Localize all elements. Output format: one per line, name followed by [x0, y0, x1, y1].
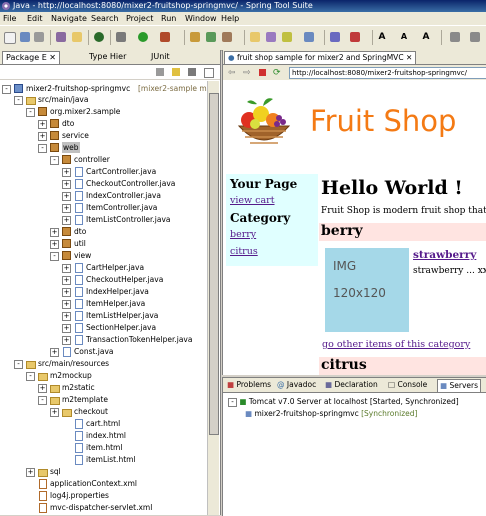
tab-junit[interactable]: JUnit — [148, 51, 173, 63]
app-icon — [2, 2, 10, 10]
menu-edit[interactable]: Edit — [27, 12, 43, 25]
left-tab-bar: Package E ✕ Type Hier JUnit — [0, 50, 220, 65]
other-items-link[interactable]: go other items of this category — [322, 339, 470, 350]
decrease-font-icon[interactable]: A — [399, 32, 409, 42]
fruit-basket-logo — [237, 98, 291, 144]
workspace-icon[interactable] — [56, 32, 66, 42]
shop-title: Fruit Shop — [310, 104, 457, 138]
module-icon: ■ — [245, 409, 253, 418]
nav-forward-icon[interactable] — [470, 32, 480, 42]
url-input[interactable]: http://localhost:8080/mixer2-fruitshop-s… — [289, 67, 486, 79]
prev-annotation-icon[interactable] — [350, 32, 360, 42]
window-title: Java - http://localhost:8080/mixer2-frui… — [13, 1, 313, 10]
globe-icon: ● — [228, 53, 235, 62]
increase-font-icon[interactable]: A — [377, 32, 387, 42]
hello-heading: Hello World ! — [321, 177, 463, 199]
tab-problems[interactable]: ■ Problems — [225, 379, 273, 391]
item-link-strawberry[interactable]: strawberry — [413, 249, 476, 261]
server-row[interactable]: - ■ Tomcat v7.0 Server at localhost [Sta… — [228, 396, 459, 407]
back-icon[interactable]: ⇦ — [228, 68, 236, 78]
minimize-icon[interactable] — [204, 68, 214, 78]
new-class-icon[interactable] — [190, 32, 200, 42]
tree-scrollbar[interactable] — [207, 81, 219, 515]
link-editor-icon[interactable] — [172, 68, 180, 76]
save-icon[interactable] — [20, 32, 30, 42]
menu-help[interactable]: Help — [221, 12, 239, 25]
category-link-berry[interactable]: berry — [230, 229, 256, 240]
category-heading: Category — [230, 211, 291, 225]
title-bar: Java - http://localhost:8080/mixer2-frui… — [0, 0, 486, 12]
tab-declaration[interactable]: ■ Declaration — [323, 379, 380, 391]
server-icon: ■ — [239, 397, 247, 406]
menu-run[interactable]: Run — [161, 12, 176, 25]
tab-javadoc[interactable]: @ Javadoc — [275, 379, 318, 391]
toggle-icon[interactable] — [304, 32, 314, 42]
scrollbar-thumb[interactable] — [209, 93, 219, 435]
bottom-tab-bar: ■ Problems @ Javadoc ■ Declaration □ Con… — [223, 378, 486, 393]
toolbar: A A A — [0, 25, 486, 51]
font-icon[interactable]: A — [421, 32, 431, 42]
forward-icon[interactable]: ⇨ — [243, 68, 251, 78]
stop-icon[interactable] — [259, 69, 266, 76]
category-link-citrus[interactable]: citrus — [230, 246, 258, 257]
section-title-citrus: citrus — [321, 357, 367, 373]
nav-back-icon[interactable] — [450, 32, 460, 42]
menu-project[interactable]: Project — [126, 12, 153, 25]
view-menu-icon[interactable] — [188, 68, 196, 76]
left-view-toolbar — [0, 65, 220, 80]
package-explorer: Package E ✕ Type Hier JUnit - mixer2-fru… — [0, 50, 221, 515]
image-placeholder-label: IMG — [333, 259, 357, 273]
menu-navigate[interactable]: Navigate — [51, 12, 87, 25]
print-icon[interactable] — [34, 32, 44, 42]
refresh-icon[interactable] — [222, 32, 232, 42]
image-placeholder-size: 120x120 — [333, 286, 386, 300]
external-tools-icon[interactable] — [160, 32, 170, 42]
folder-icon[interactable] — [72, 32, 82, 42]
debug-icon[interactable] — [116, 32, 126, 42]
your-page-heading: Your Page — [230, 177, 298, 191]
spring-icon[interactable] — [94, 32, 104, 42]
tab-type-hierarchy[interactable]: Type Hier — [86, 51, 129, 63]
menu-window[interactable]: Window — [185, 12, 217, 25]
browser-editor: ● fruit shop sample for mixer2 and Sprin… — [222, 50, 486, 375]
menu-search[interactable]: Search — [91, 12, 118, 25]
new-spring-icon[interactable] — [206, 32, 216, 42]
tab-console[interactable]: □ Console — [386, 379, 429, 391]
new-icon[interactable] — [4, 32, 16, 44]
servers-panel: ■ Problems @ Javadoc ■ Declaration □ Con… — [222, 377, 486, 516]
run-icon[interactable] — [138, 32, 148, 42]
view-cart-link[interactable]: view cart — [230, 195, 275, 206]
module-row[interactable]: ■ mixer2-fruitshop-springmvc [Synchroniz… — [245, 408, 417, 419]
shop-description: Fruit Shop is modern fruit shop that p — [321, 206, 486, 216]
web-page: Fruit Shop Your Page view cart Category … — [223, 81, 486, 375]
annotation-icon[interactable] — [330, 32, 340, 42]
tab-package-explorer[interactable]: Package E ✕ — [2, 51, 61, 64]
item-description: strawberry ... xxx — [413, 266, 486, 276]
section-title-berry: berry — [321, 223, 363, 239]
refresh-icon[interactable]: ⟳ — [273, 68, 281, 78]
menu-file[interactable]: File — [3, 12, 16, 25]
open-type-icon[interactable] — [266, 32, 276, 42]
tab-servers[interactable]: ■ Servers — [437, 379, 481, 392]
editor-tab-bar: ● fruit shop sample for mixer2 and Sprin… — [223, 50, 486, 65]
open-folder-icon[interactable] — [250, 32, 260, 42]
project-tree: - mixer2-fruitshop-springmvc [mixer2-sam… — [0, 81, 208, 515]
menu-bar: File Edit Navigate Search Project Run Wi… — [0, 12, 486, 25]
collapse-all-icon[interactable] — [156, 68, 164, 76]
browser-nav-bar: ⇦ ⇨ ⟳ http://localhost:8080/mixer2-fruit… — [223, 65, 486, 80]
tab-browser[interactable]: ● fruit shop sample for mixer2 and Sprin… — [224, 51, 417, 64]
search-icon[interactable] — [282, 32, 292, 42]
